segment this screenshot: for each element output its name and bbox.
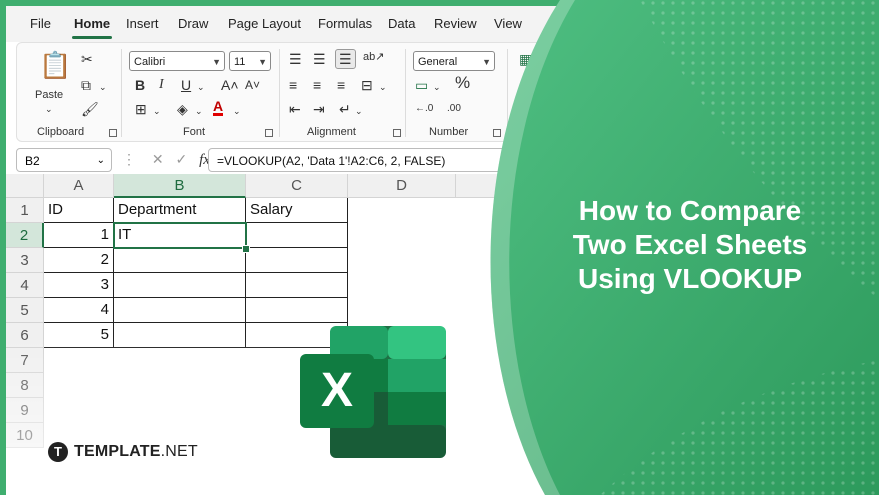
promo-title: How to Compare Two Excel Sheets Using VL… [520,194,860,296]
brand-name-bold: TEMPLATE [74,443,161,460]
promo-title-line-3: Using VLOOKUP [577,263,802,294]
promo-title-line-1: How to Compare [578,195,802,226]
brand-name: TEMPLATE.NET [74,443,198,461]
screenshot-frame: File Home Insert Draw Page Layout Formul… [0,0,879,495]
brand-name-suffix: .NET [160,443,198,460]
excel-logo-icon: X [300,326,446,458]
promo-title-line-2: Two Excel Sheets [572,229,808,260]
excel-logo-letter: X [321,364,353,417]
brand-mark-icon: T [48,442,68,462]
